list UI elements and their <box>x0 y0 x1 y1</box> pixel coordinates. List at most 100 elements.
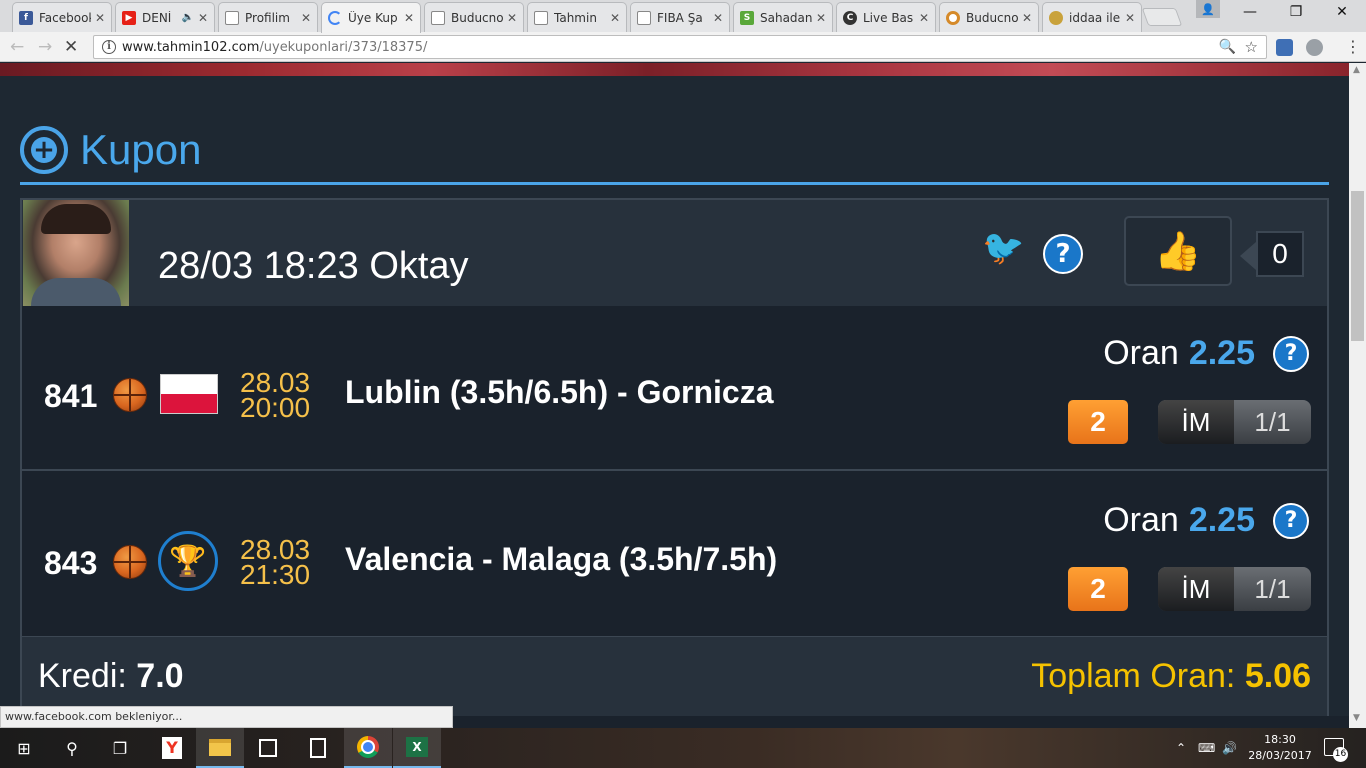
browser-tab[interactable]: ▶ DENİ 🔈 ✕ <box>115 2 215 32</box>
menu-icon[interactable]: ⋮ <box>1345 37 1361 56</box>
address-bar[interactable]: i www.tahmin102.com/uyekuponlari/373/183… <box>93 35 1267 59</box>
scroll-thumb[interactable] <box>1351 191 1364 341</box>
browser-tab[interactable]: Tahmin ✕ <box>527 2 627 32</box>
bookmark-star-icon[interactable]: ☆ <box>1245 38 1258 56</box>
close-tab-icon[interactable]: ✕ <box>1125 11 1135 25</box>
close-tab-icon[interactable]: ✕ <box>713 11 723 25</box>
forward-arrow-icon[interactable]: → <box>38 37 52 57</box>
system-clock[interactable]: 18:30 28/03/2017 <box>1248 732 1312 764</box>
minimize-button[interactable]: — <box>1227 4 1273 24</box>
url-text[interactable]: www.tahmin102.com/uyekuponlari/373/18375… <box>122 40 427 55</box>
match-row: 843 🏆 28.03 21:30 Valencia - Malaga (3.5… <box>22 473 1327 638</box>
browser-tab[interactable]: C Live Bas ✕ <box>836 2 936 32</box>
back-arrow-icon[interactable]: ← <box>10 37 24 57</box>
help-icon[interactable]: ? <box>1043 234 1083 274</box>
browser-toolbar: ← → ✕ i www.tahmin102.com/uyekuponlari/3… <box>0 32 1366 62</box>
network-icon[interactable]: ⌨ <box>1198 728 1215 768</box>
browser-tab[interactable]: S Sahadan ✕ <box>733 2 833 32</box>
close-tab-icon[interactable]: ✕ <box>198 11 208 25</box>
browser-tab[interactable]: f Facebook ✕ <box>12 2 112 32</box>
browser-tab[interactable]: Buducno ✕ <box>939 2 1039 32</box>
bet-type-pill: İM 1/1 <box>1158 400 1311 444</box>
section-divider <box>20 182 1329 185</box>
post-author[interactable]: Oktay <box>369 245 468 287</box>
match-time: 20:00 <box>240 392 311 423</box>
extension-icon[interactable] <box>1276 39 1293 56</box>
speaker-icon[interactable]: 🔈 <box>181 12 193 23</box>
total-odds-value: 5.06 <box>1244 657 1311 695</box>
close-tab-icon[interactable]: ✕ <box>919 11 929 25</box>
clock-date: 28/03/2017 <box>1248 749 1312 762</box>
store-icon[interactable] <box>244 728 292 768</box>
coin-icon <box>1049 10 1063 25</box>
pick-badge: 2 <box>1068 400 1128 444</box>
avatar[interactable] <box>23 200 129 306</box>
bet-type-pill: İM 1/1 <box>1158 567 1311 611</box>
pick-badge: 2 <box>1068 567 1128 611</box>
close-window-button[interactable]: ✕ <box>1319 4 1365 24</box>
close-tab-icon[interactable]: ✕ <box>816 11 826 25</box>
match-name[interactable]: Lublin (3.5h/6.5h) - Gornicza <box>345 374 773 411</box>
basketball-icon <box>113 545 147 579</box>
youtube-icon: ▶ <box>122 10 136 25</box>
close-tab-icon[interactable]: ✕ <box>507 11 517 25</box>
bet-value: 1/1 <box>1254 407 1291 437</box>
profile-icon[interactable]: 👤 <box>1196 0 1220 18</box>
close-tab-icon[interactable]: ✕ <box>95 11 105 25</box>
plus-circle-icon[interactable]: + <box>20 126 68 174</box>
twitter-icon[interactable]: 🐦 <box>982 228 1024 268</box>
like-count-pointer <box>1240 242 1256 270</box>
tab-label: Sahadan <box>760 10 812 25</box>
search-icon[interactable]: ⚲ <box>48 728 96 768</box>
volume-icon[interactable]: 🔊 <box>1222 728 1237 768</box>
close-tab-icon[interactable]: ✕ <box>301 11 311 25</box>
new-tab-button[interactable] <box>1141 8 1183 26</box>
odds-label: Oran <box>1103 334 1179 372</box>
close-tab-icon[interactable]: ✕ <box>404 11 414 25</box>
close-tab-icon[interactable]: ✕ <box>1022 11 1032 25</box>
excel-icon[interactable]: X <box>393 728 441 768</box>
calculator-icon[interactable] <box>294 728 342 768</box>
bet-type: İM <box>1158 400 1234 444</box>
section-header: + Kupon <box>20 126 201 174</box>
tab-label: Buducno <box>451 10 503 25</box>
browser-tab[interactable]: Üye Kup ✕ <box>321 2 421 33</box>
tab-strip: f Facebook ✕ ▶ DENİ 🔈 ✕ Profilim ✕ Üye Kup ✕ Buducn… <box>0 0 1366 33</box>
close-tab-icon[interactable]: ✕ <box>610 11 620 25</box>
page-content: + Kupon 28/03 18:23 Oktay 🐦 ? 👍 0 841 28… <box>0 76 1349 718</box>
match-name[interactable]: Valencia - Malaga (3.5h/7.5h) <box>345 541 777 578</box>
scroll-up-icon[interactable]: ▲ <box>1353 65 1360 75</box>
poland-flag-icon <box>160 374 218 414</box>
windows-start-icon[interactable]: ⊞ <box>0 728 48 768</box>
stop-loading-icon[interactable]: ✕ <box>64 37 78 57</box>
top-banner <box>0 63 1349 76</box>
globe-extension-icon[interactable] <box>1306 39 1323 56</box>
total-odds-label: Toplam Oran: <box>1031 657 1236 695</box>
browser-tab[interactable]: FIBA Şa ✕ <box>630 2 730 32</box>
browser-tab[interactable]: Profilim ✕ <box>218 2 318 32</box>
vertical-scrollbar[interactable]: ▲ ▼ <box>1349 63 1366 728</box>
browser-tab[interactable]: Buducno ✕ <box>424 2 524 32</box>
credit-label: Kredi: <box>38 657 127 695</box>
euroleague-trophy-icon: 🏆 <box>158 531 218 591</box>
tab-label: Profilim <box>245 10 290 25</box>
task-view-icon[interactable]: ❐ <box>96 728 144 768</box>
scroll-down-icon[interactable]: ▼ <box>1353 713 1360 723</box>
match-code: 841 <box>44 378 98 414</box>
yandex-browser-icon[interactable]: Y <box>148 728 196 768</box>
match-datetime: 28.03 21:30 <box>240 536 310 589</box>
tab-label: iddaa ile <box>1069 10 1121 25</box>
like-button[interactable]: 👍 <box>1124 216 1232 286</box>
credit-summary: Kredi: 7.0 <box>38 657 184 696</box>
odds-line: Oran 2.25 ? <box>1103 501 1309 540</box>
zoom-icon[interactable]: 🔍 <box>1219 39 1236 55</box>
maximize-button[interactable]: ❐ <box>1273 4 1319 24</box>
browser-tab[interactable]: iddaa ile ✕ <box>1042 2 1142 32</box>
help-icon[interactable]: ? <box>1273 502 1309 539</box>
document-icon <box>534 10 548 25</box>
file-explorer-icon[interactable] <box>196 728 244 768</box>
chrome-icon[interactable] <box>344 728 392 768</box>
help-icon[interactable]: ? <box>1273 335 1309 372</box>
info-icon[interactable]: i <box>102 40 116 54</box>
show-hidden-icons-icon[interactable]: ⌃ <box>1176 728 1186 768</box>
